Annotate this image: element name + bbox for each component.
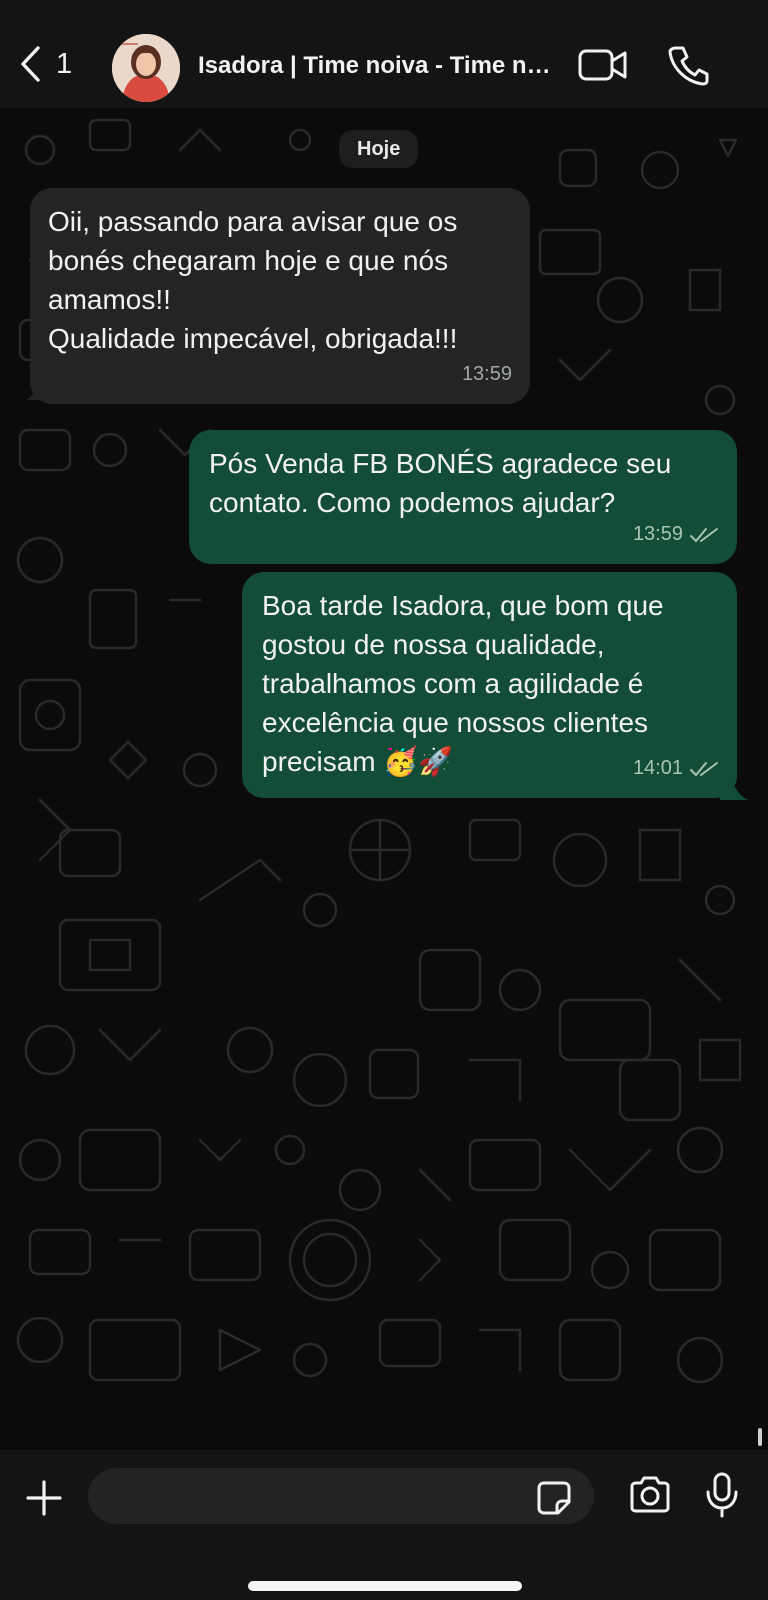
message-meta: 14:01: [633, 749, 719, 788]
date-separator: Hoje: [339, 130, 419, 168]
home-indicator[interactable]: [248, 1581, 522, 1591]
message-text: Oii, passando para avisar que os bonés c…: [48, 206, 458, 354]
back-button[interactable]: 1: [18, 44, 72, 84]
message-outgoing[interactable]: Boa tarde Isadora, que bom que gostou de…: [242, 572, 737, 798]
chat-header: 1 Isadora | Time noiva - Time noiva pers…: [0, 0, 768, 108]
contact-avatar[interactable]: [112, 34, 180, 102]
message-meta: 13:59: [633, 515, 719, 554]
microphone-icon[interactable]: [704, 1472, 740, 1518]
message-meta: 13:59: [462, 355, 512, 394]
read-receipt-icon: [690, 761, 718, 776]
message-time: 14:01: [632, 757, 683, 779]
message-text: Pós Venda FB BONÉS agradece seu contato.…: [209, 448, 672, 518]
video-camera-icon[interactable]: [578, 48, 628, 82]
scroll-indicator[interactable]: [758, 1428, 762, 1446]
message-incoming[interactable]: Oii, passando para avisar que os bonés c…: [30, 188, 530, 404]
composer-bar: [0, 1450, 768, 1600]
message-time: 13:59: [632, 523, 683, 545]
chevron-left-icon: [21, 46, 40, 82]
contact-name[interactable]: Isadora | Time noiva - Time noiva person…: [198, 52, 558, 80]
unread-count: 1: [56, 47, 73, 80]
plus-icon[interactable]: [26, 1480, 62, 1516]
message-outgoing[interactable]: Pós Venda FB BONÉS agradece seu contato.…: [189, 430, 737, 564]
sticker-icon[interactable]: [536, 1480, 572, 1516]
avatar-image: [112, 34, 180, 102]
camera-icon[interactable]: [628, 1476, 672, 1514]
message-input[interactable]: [88, 1468, 594, 1524]
message-time: 13:59: [461, 363, 512, 385]
phone-icon[interactable]: [668, 44, 710, 86]
read-receipt-icon: [690, 527, 718, 542]
